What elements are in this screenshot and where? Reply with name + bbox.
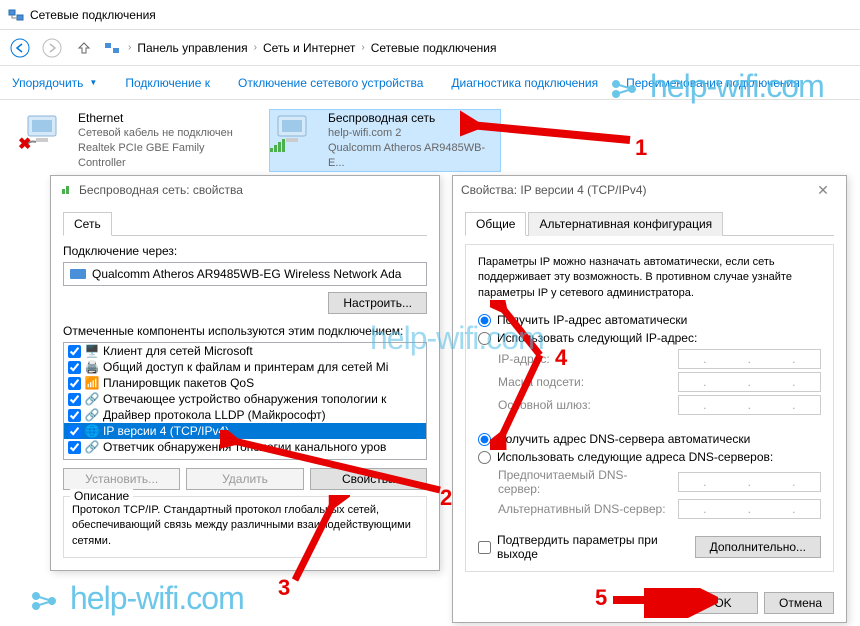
dialog-tabs: Сеть <box>63 212 427 236</box>
advanced-button[interactable]: Дополнительно... <box>695 536 821 558</box>
list-item[interactable]: 🔗Драйвер протокола LLDP (Майкрософт) <box>64 407 426 423</box>
dns2-input: ... <box>678 499 821 519</box>
adapter-device: Realtek PCIe GBE Family Controller <box>78 141 250 171</box>
configure-button[interactable]: Настроить... <box>328 292 427 314</box>
radio-manual-dns[interactable]: Использовать следующие адреса DNS-сервер… <box>478 450 821 464</box>
remove-button: Удалить <box>186 468 303 490</box>
signal-icon <box>270 138 285 152</box>
ethernet-icon: ✖ <box>20 110 68 152</box>
window-titlebar: Сетевые подключения <box>0 0 860 30</box>
tab-general[interactable]: Общие <box>465 212 526 236</box>
dialog-titlebar: Беспроводная сеть: свойства <box>51 176 439 204</box>
install-button[interactable]: Установить... <box>63 468 180 490</box>
adapter-name: Беспроводная сеть <box>328 110 500 126</box>
list-item[interactable]: 📶Планировщик пакетов QoS <box>64 375 426 391</box>
diagnose-button[interactable]: Диагностика подключения <box>451 76 598 90</box>
list-item[interactable]: 🖨️Общий доступ к файлам и принтерам для … <box>64 359 426 375</box>
radio-auto-ip[interactable]: Получить IP-адрес автоматически <box>478 313 821 327</box>
adapter-name: Ethernet <box>78 110 250 126</box>
description-group: Описание Протокол TCP/IP. Стандартный пр… <box>63 496 427 558</box>
watermark: help-wifi.com <box>30 580 244 617</box>
list-item[interactable]: 🔗Ответчик обнаружения топологии канально… <box>64 439 426 455</box>
subnet-mask-input: ... <box>678 372 821 392</box>
breadcrumb-item[interactable]: Панель управления <box>137 41 247 55</box>
annotation-number: 3 <box>278 575 290 601</box>
adapter-list: ✖ Ethernet Сетевой кабель не подключен R… <box>0 100 860 181</box>
tab-network[interactable]: Сеть <box>63 212 112 236</box>
breadcrumb[interactable]: › Панель управления › Сеть и Интернет › … <box>128 41 496 55</box>
dialog-titlebar: Свойства: IP версии 4 (TCP/IPv4) ✕ <box>453 176 846 204</box>
radio-auto-dns[interactable]: Получить адрес DNS-сервера автоматически <box>478 432 821 446</box>
components-label: Отмеченные компоненты используются этим … <box>63 324 427 338</box>
navigation-bar: › Панель управления › Сеть и Интернет › … <box>0 30 860 66</box>
back-button[interactable] <box>8 36 32 60</box>
network-icon <box>8 7 24 23</box>
window-title: Сетевые подключения <box>30 8 156 22</box>
annotation-number: 2 <box>440 485 452 511</box>
adapter-wifi[interactable]: Беспроводная сеть help-wifi.com 2 Qualco… <box>270 110 500 171</box>
list-item[interactable]: 🔗Отвечающее устройство обнаружения топол… <box>64 391 426 407</box>
breadcrumb-item[interactable]: Сеть и Интернет <box>263 41 355 55</box>
close-button[interactable]: ✕ <box>808 182 838 199</box>
organize-menu[interactable]: Упорядочить▼ <box>12 76 97 90</box>
gateway-input: ... <box>678 395 821 415</box>
list-item[interactable]: 🖥️Клиент для сетей Microsoft <box>64 343 426 359</box>
cancel-button[interactable]: Отмена <box>764 592 834 614</box>
forward-button[interactable] <box>40 36 64 60</box>
properties-button[interactable]: Свойства <box>310 468 427 490</box>
adapter-ethernet[interactable]: ✖ Ethernet Сетевой кабель не подключен R… <box>20 110 250 171</box>
ipv4-icon: 🌐 <box>85 424 99 438</box>
ipv4-properties-dialog: Свойства: IP версии 4 (TCP/IPv4) ✕ Общие… <box>452 175 847 623</box>
dialog-tabs: Общие Альтернативная конфигурация <box>465 212 834 236</box>
client-icon: 🖥️ <box>85 344 99 358</box>
list-item-ipv4[interactable]: 🌐IP версии 4 (TCP/IPv4) <box>64 423 426 439</box>
wifi-icon <box>270 110 318 152</box>
adapter-status: help-wifi.com 2 <box>328 126 500 141</box>
disable-device-button[interactable]: Отключение сетевого устройства <box>238 76 423 90</box>
tab-alt-config[interactable]: Альтернативная конфигурация <box>528 212 723 236</box>
validate-checkbox[interactable]: Подтвердить параметры при выходе <box>478 533 695 561</box>
disconnected-icon: ✖ <box>18 134 31 154</box>
up-button[interactable] <box>72 36 96 60</box>
wifi-small-icon <box>59 183 73 197</box>
adapter-properties-dialog: Беспроводная сеть: свойства Сеть Подключ… <box>50 175 440 571</box>
adapter-status: Сетевой кабель не подключен <box>78 126 250 141</box>
dns1-input: ... <box>678 472 821 492</box>
adapter-device: Qualcomm Atheros AR9485WB-E... <box>328 141 500 171</box>
ip-address-input: ... <box>678 349 821 369</box>
lltd-icon: 🔗 <box>85 392 99 406</box>
nic-icon <box>70 268 86 280</box>
command-bar: Упорядочить▼ Подключение к Отключение се… <box>0 66 860 100</box>
ok-button[interactable]: OK <box>688 592 758 614</box>
lldp-icon: 🔗 <box>85 408 99 422</box>
components-list[interactable]: 🖥️Клиент для сетей Microsoft 🖨️Общий дос… <box>63 342 427 460</box>
chevron-down-icon: ▼ <box>89 78 97 87</box>
qos-icon: 📶 <box>85 376 99 390</box>
ipv4-intro: Параметры IP можно назначать автоматичес… <box>478 255 821 301</box>
location-icon <box>104 40 120 56</box>
description-text: Протокол TCP/IP. Стандартный протокол гл… <box>72 503 418 549</box>
lltd2-icon: 🔗 <box>85 440 99 454</box>
connect-via-label: Подключение через: <box>63 244 427 258</box>
radio-manual-ip[interactable]: Использовать следующий IP-адрес: <box>478 331 821 345</box>
connect-to-button[interactable]: Подключение к <box>125 76 210 90</box>
rename-button[interactable]: Переименование подключения <box>626 76 800 90</box>
adapter-name-box: Qualcomm Atheros AR9485WB-EG Wireless Ne… <box>63 262 427 286</box>
share-icon: 🖨️ <box>85 360 99 374</box>
breadcrumb-item[interactable]: Сетевые подключения <box>371 41 497 55</box>
